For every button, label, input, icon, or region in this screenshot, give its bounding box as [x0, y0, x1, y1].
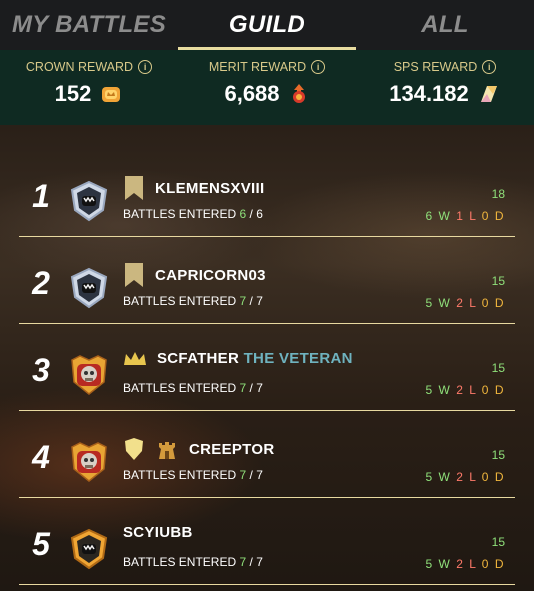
tab-my-battles[interactable]: MY BATTLES: [0, 0, 178, 50]
leaderboard-row[interactable]: 2 CAPRICORN03 BATTLES ENTERED 7 / 7 15 5…: [19, 237, 515, 324]
crown-reward-value: 152: [54, 81, 92, 106]
gold-skull-avatar: [71, 355, 107, 395]
rank-number: 4: [32, 439, 50, 475]
rewards-bar: CROWN REWARD i 152 MERIT REWARD i 6,688 SP…: [0, 50, 534, 125]
leaderboard-row[interactable]: 5 SCYIUBB BATTLES ENTERED 7 / 7 15 5 W 2…: [19, 498, 515, 585]
leaderboard-row[interactable]: 3 SCFATHER THE VETERAN BATTLES ENTERED 7…: [19, 324, 515, 411]
player-score: 18: [491, 187, 505, 201]
player-name[interactable]: SCYIUBB: [123, 524, 193, 541]
player-title: THE VETERAN: [243, 350, 353, 367]
tower-icon: [159, 442, 175, 459]
tab-all[interactable]: ALL: [356, 0, 534, 50]
player-name[interactable]: SCFATHER THE VETERAN: [157, 350, 353, 367]
bookmark-icon: [125, 176, 143, 200]
player-name[interactable]: KLEMENSXVIII: [155, 180, 264, 197]
player-score: 15: [491, 361, 505, 375]
info-icon[interactable]: i: [311, 60, 326, 74]
leaderboard-row[interactable]: 1 KLEMENSXVIII BATTLES ENTERED 6 / 6 18 …: [19, 150, 515, 237]
crown-reward: CROWN REWARD i 152: [0, 50, 178, 125]
sps-reward: SPS REWARD i 134.182: [356, 50, 534, 125]
leaderboard-list: 1 KLEMENSXVIII BATTLES ENTERED 6 / 6 18 …: [0, 125, 534, 591]
sps-crystal-icon: [480, 86, 497, 102]
player-score: 15: [491, 448, 505, 462]
shield-icon: [125, 438, 143, 460]
win-loss-draw: 5 W 2 L 0 D: [425, 383, 505, 397]
tab-bar: MY BATTLES GUILD ALL: [0, 0, 534, 50]
sps-reward-label: SPS REWARD: [393, 60, 478, 74]
gold-skull-avatar: [71, 442, 107, 482]
player-name[interactable]: CREEPTOR: [189, 441, 274, 458]
win-loss-draw: 5 W 2 L 0 D: [425, 470, 505, 484]
tab-guild[interactable]: GUILD: [178, 0, 356, 50]
bookmark-icon: [125, 263, 143, 287]
rank-number: 3: [32, 352, 50, 388]
info-icon[interactable]: i: [138, 60, 153, 74]
merit-icon: [292, 84, 305, 103]
crown-reward-label: CROWN REWARD: [25, 60, 134, 74]
player-name[interactable]: CAPRICORN03: [155, 267, 266, 284]
bronze-shield-avatar: [70, 267, 108, 309]
sps-reward-value: 134.182: [389, 81, 469, 106]
merit-reward-label: MERIT REWARD: [208, 60, 307, 74]
player-score: 15: [491, 535, 505, 549]
win-loss-draw: 5 W 2 L 0 D: [425, 296, 505, 310]
crown-token-icon: [102, 87, 121, 102]
battles-entered: BATTLES ENTERED 6 / 6: [123, 207, 263, 221]
leaderboard-row[interactable]: 4 CREEPTOR BATTLES ENTERED 7 / 7 15 5 W …: [19, 411, 515, 498]
bronze-shield-avatar: [70, 180, 108, 222]
merit-reward-value: 6,688: [224, 81, 280, 106]
rank-number: 5: [32, 526, 50, 562]
win-loss-draw: 6 W 1 L 0 D: [425, 209, 505, 223]
crown-icon: [124, 351, 146, 365]
win-loss-draw: 5 W 2 L 0 D: [425, 557, 505, 571]
battles-entered: BATTLES ENTERED 7 / 7: [123, 555, 263, 569]
info-icon[interactable]: i: [482, 60, 497, 74]
rank-number: 2: [32, 265, 50, 301]
player-score: 15: [491, 274, 505, 288]
battles-entered: BATTLES ENTERED 7 / 7: [123, 468, 263, 482]
battles-entered: BATTLES ENTERED 7 / 7: [123, 294, 263, 308]
battles-entered: BATTLES ENTERED 7 / 7: [123, 381, 263, 395]
merit-reward: MERIT REWARD i 6,688: [178, 50, 356, 125]
rank-number: 1: [32, 178, 50, 214]
gold-shield-avatar: [70, 528, 108, 570]
